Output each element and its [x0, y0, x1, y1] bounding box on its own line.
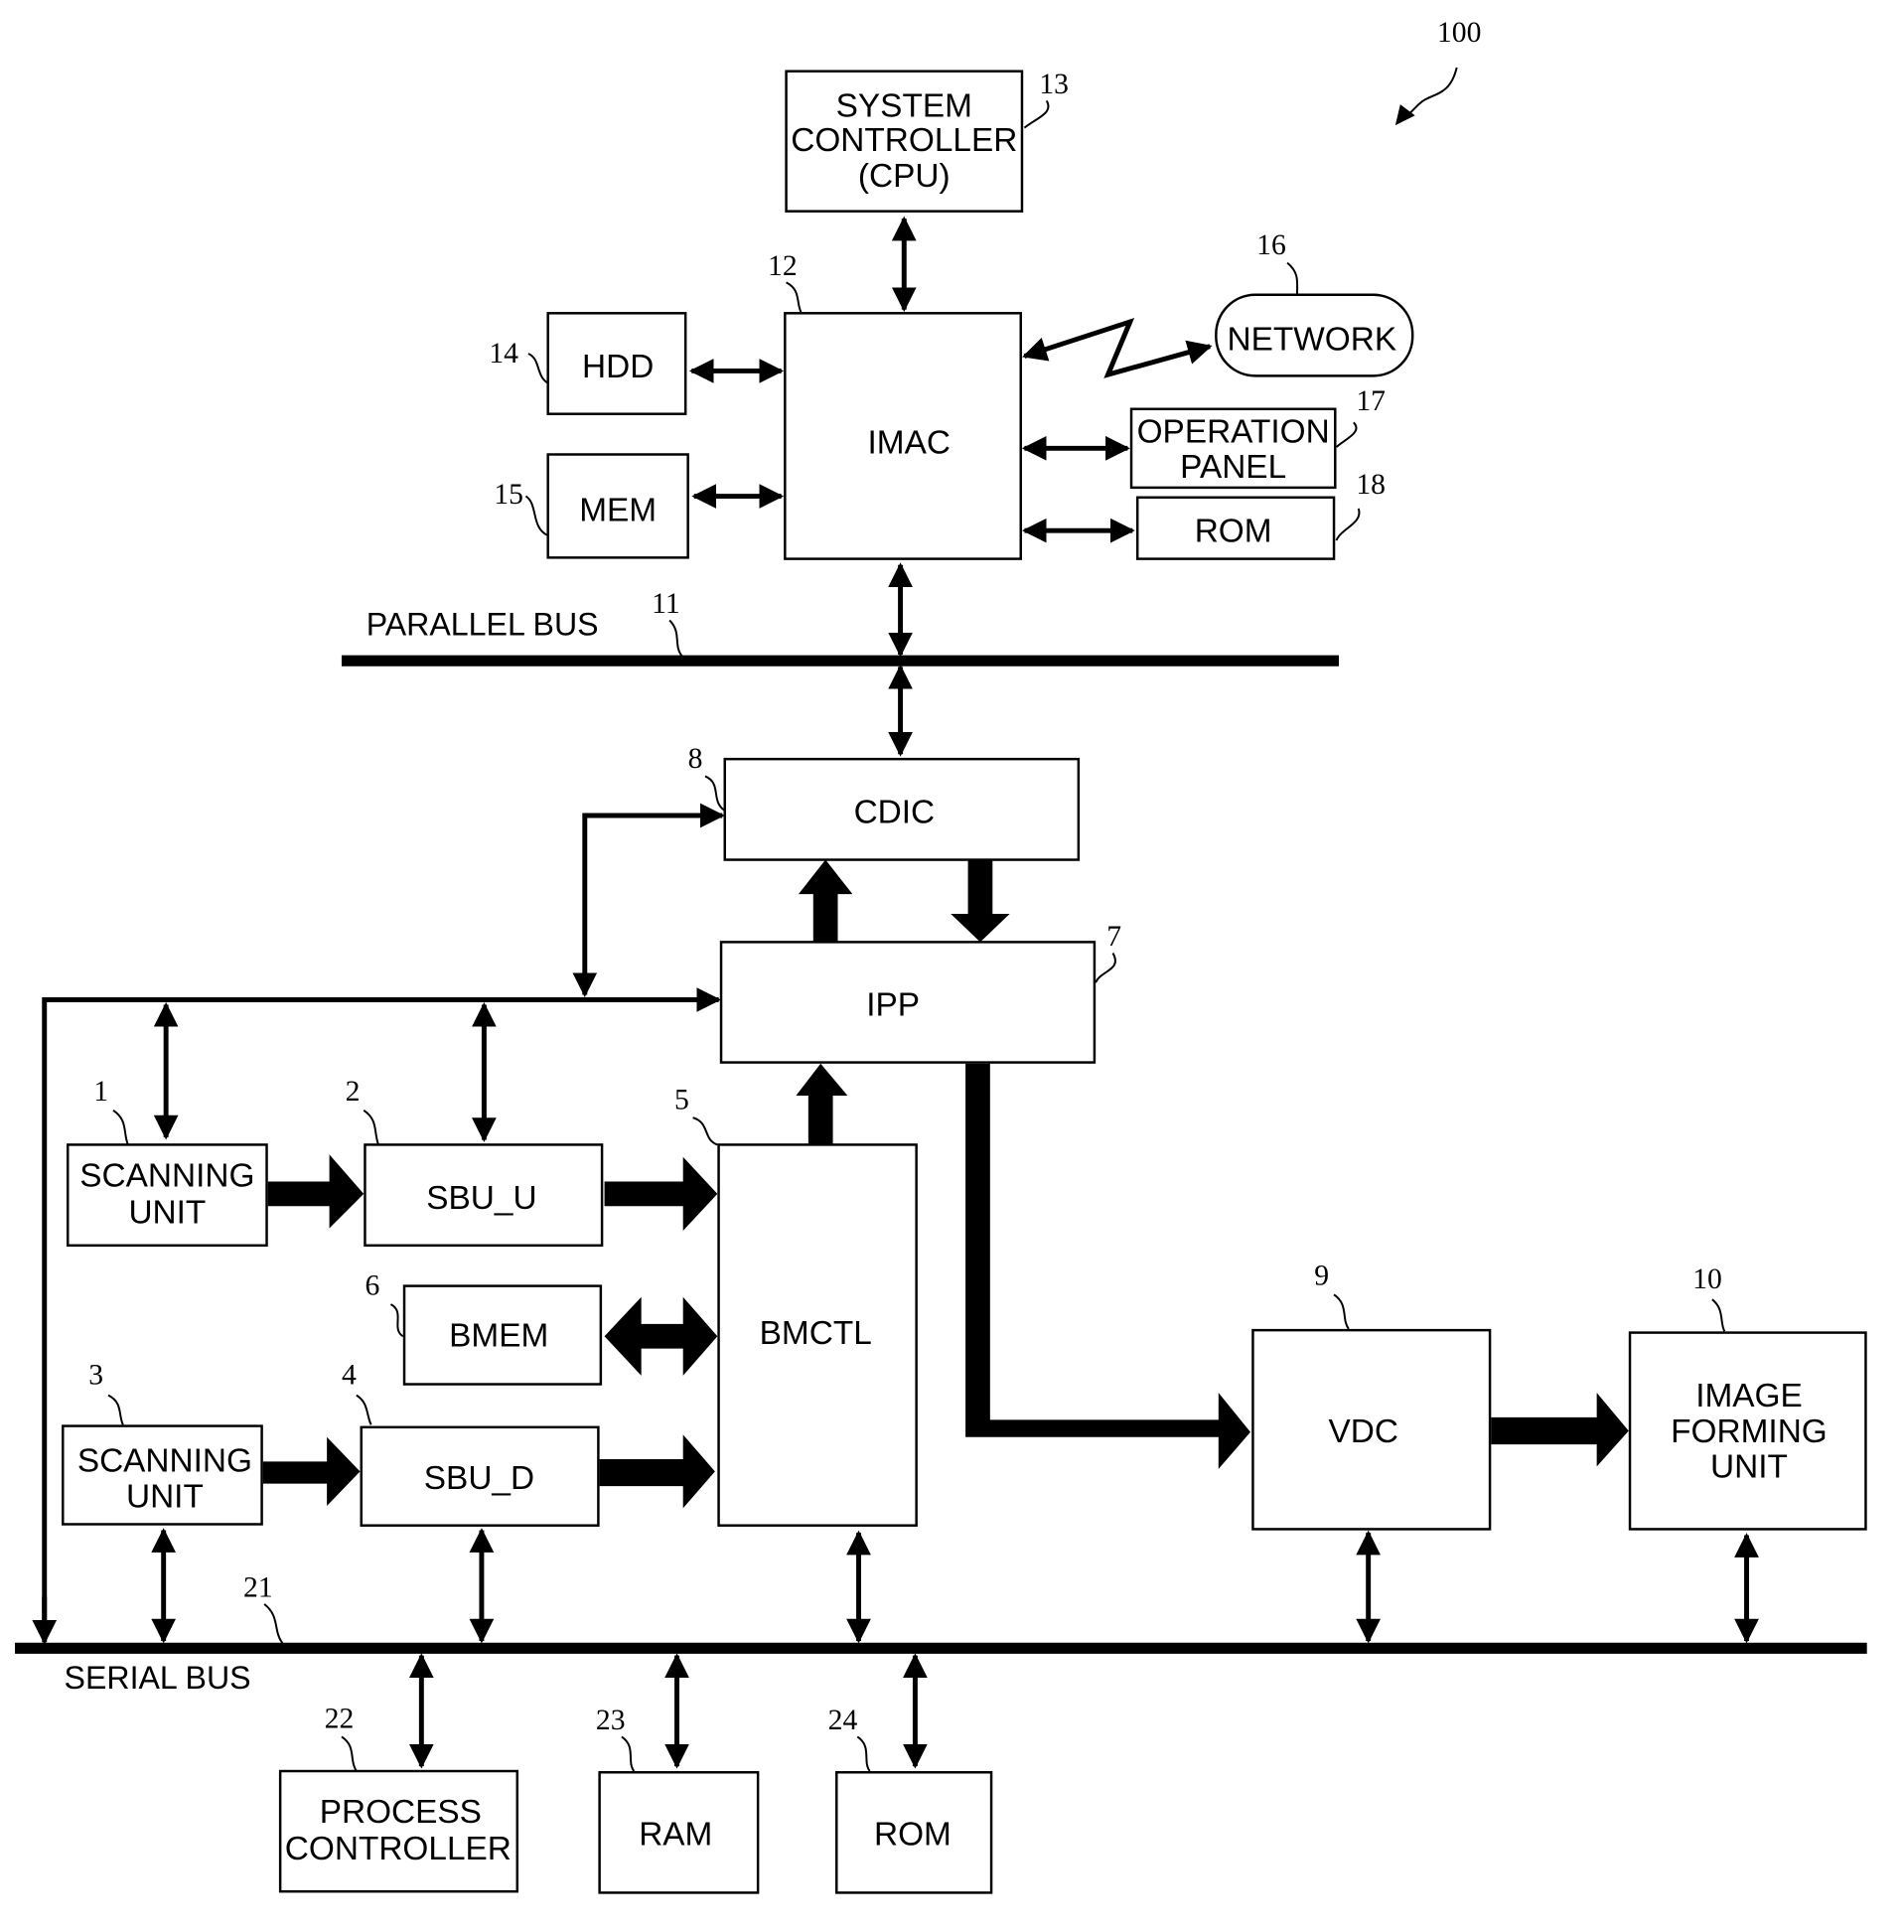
svg-text:14: 14	[489, 338, 518, 370]
svg-text:1: 1	[93, 1076, 108, 1108]
svg-text:13: 13	[1039, 69, 1069, 100]
svg-text:CDIC: CDIC	[854, 795, 936, 831]
block-bmem: BMEM 6	[365, 1269, 603, 1386]
parallel-bus: PARALLEL BUS 11	[341, 588, 1339, 667]
block-imac: IMAC 12	[768, 250, 1022, 560]
block-operation-panel: OPERATION PANEL 17	[1129, 385, 1386, 490]
svg-text:IPP: IPP	[866, 987, 920, 1024]
svg-text:23: 23	[596, 1705, 626, 1736]
svg-text:HDD: HDD	[582, 349, 654, 385]
figure-ref-100: 100	[1394, 17, 1481, 126]
svg-text:10: 10	[1692, 1263, 1722, 1295]
svg-text:RAM: RAM	[639, 1816, 712, 1853]
svg-text:2: 2	[346, 1076, 361, 1108]
svg-text:SYSTEM: SYSTEM	[836, 88, 972, 125]
block-rom-24: ROM 24	[828, 1705, 993, 1894]
svg-text:15: 15	[494, 479, 523, 511]
svg-text:9: 9	[1314, 1260, 1329, 1291]
svg-text:SERIAL BUS: SERIAL BUS	[65, 1660, 251, 1696]
svg-text:17: 17	[1356, 385, 1386, 417]
svg-text:18: 18	[1356, 469, 1386, 501]
block-bmctl: BMCTL 5	[674, 1085, 918, 1527]
svg-text:BMEM: BMEM	[449, 1317, 548, 1354]
svg-text:SBU_D: SBU_D	[424, 1460, 534, 1497]
svg-text:MEM: MEM	[579, 492, 657, 528]
block-sbu-u: SBU_U 2	[346, 1076, 604, 1248]
block-image-forming-unit: IMAGE FORMING UNIT 10	[1628, 1263, 1867, 1531]
svg-text:IMAC: IMAC	[868, 424, 951, 461]
block-hdd: HDD 14	[489, 312, 687, 415]
block-diagram: 100 PARALLEL BUS 11 SERIAL BUS 21 SYSTEM…	[15, 17, 1867, 1894]
svg-text:ROM: ROM	[874, 1816, 952, 1853]
block-cdic: CDIC 8	[688, 743, 1081, 861]
svg-text:4: 4	[342, 1360, 357, 1392]
svg-text:SCANNING: SCANNING	[79, 1158, 254, 1195]
block-system-controller: SYSTEM CONTROLLER (CPU) 13	[785, 69, 1069, 213]
svg-text:22: 22	[325, 1704, 355, 1735]
svg-text:SBU_U: SBU_U	[426, 1180, 536, 1217]
svg-text:16: 16	[1256, 229, 1286, 261]
svg-text:NETWORK: NETWORK	[1228, 322, 1397, 359]
svg-text:3: 3	[88, 1360, 103, 1392]
svg-text:VDC: VDC	[1328, 1413, 1397, 1450]
svg-text:6: 6	[365, 1269, 379, 1301]
block-mem: MEM 15	[494, 453, 689, 559]
block-scanning-unit-3: SCANNING UNIT 3	[62, 1360, 263, 1526]
svg-text:FORMING: FORMING	[1671, 1413, 1828, 1450]
svg-text:CONTROLLER: CONTROLLER	[285, 1831, 512, 1867]
svg-text:100: 100	[1437, 17, 1481, 49]
svg-text:BMCTL: BMCTL	[760, 1315, 872, 1352]
block-network: NETWORK 16	[1215, 229, 1414, 377]
svg-text:IMAGE: IMAGE	[1695, 1378, 1803, 1414]
serial-bus: SERIAL BUS 21	[15, 1571, 1867, 1696]
svg-text:CONTROLLER: CONTROLLER	[791, 122, 1017, 159]
block-vdc: VDC 9	[1251, 1260, 1492, 1531]
svg-text:OPERATION: OPERATION	[1137, 413, 1330, 450]
svg-text:12: 12	[768, 250, 798, 282]
svg-text:8: 8	[688, 743, 703, 775]
svg-text:24: 24	[828, 1705, 858, 1736]
block-process-controller: PROCESS CONTROLLER 22	[278, 1704, 519, 1893]
svg-text:PROCESS: PROCESS	[320, 1794, 482, 1831]
svg-text:UNIT: UNIT	[1710, 1449, 1788, 1486]
svg-text:UNIT: UNIT	[126, 1478, 204, 1515]
block-ipp: IPP 7	[719, 921, 1121, 1064]
svg-text:ROM: ROM	[1195, 513, 1272, 549]
svg-text:PARALLEL BUS: PARALLEL BUS	[366, 606, 599, 642]
svg-text:5: 5	[674, 1085, 689, 1116]
svg-text:SCANNING: SCANNING	[77, 1442, 252, 1479]
svg-text:7: 7	[1106, 921, 1121, 953]
svg-text:21: 21	[243, 1571, 273, 1603]
svg-text:PANEL: PANEL	[1180, 449, 1286, 486]
svg-text:11: 11	[652, 588, 680, 620]
svg-text:(CPU): (CPU)	[858, 158, 951, 195]
svg-text:UNIT: UNIT	[128, 1195, 206, 1232]
